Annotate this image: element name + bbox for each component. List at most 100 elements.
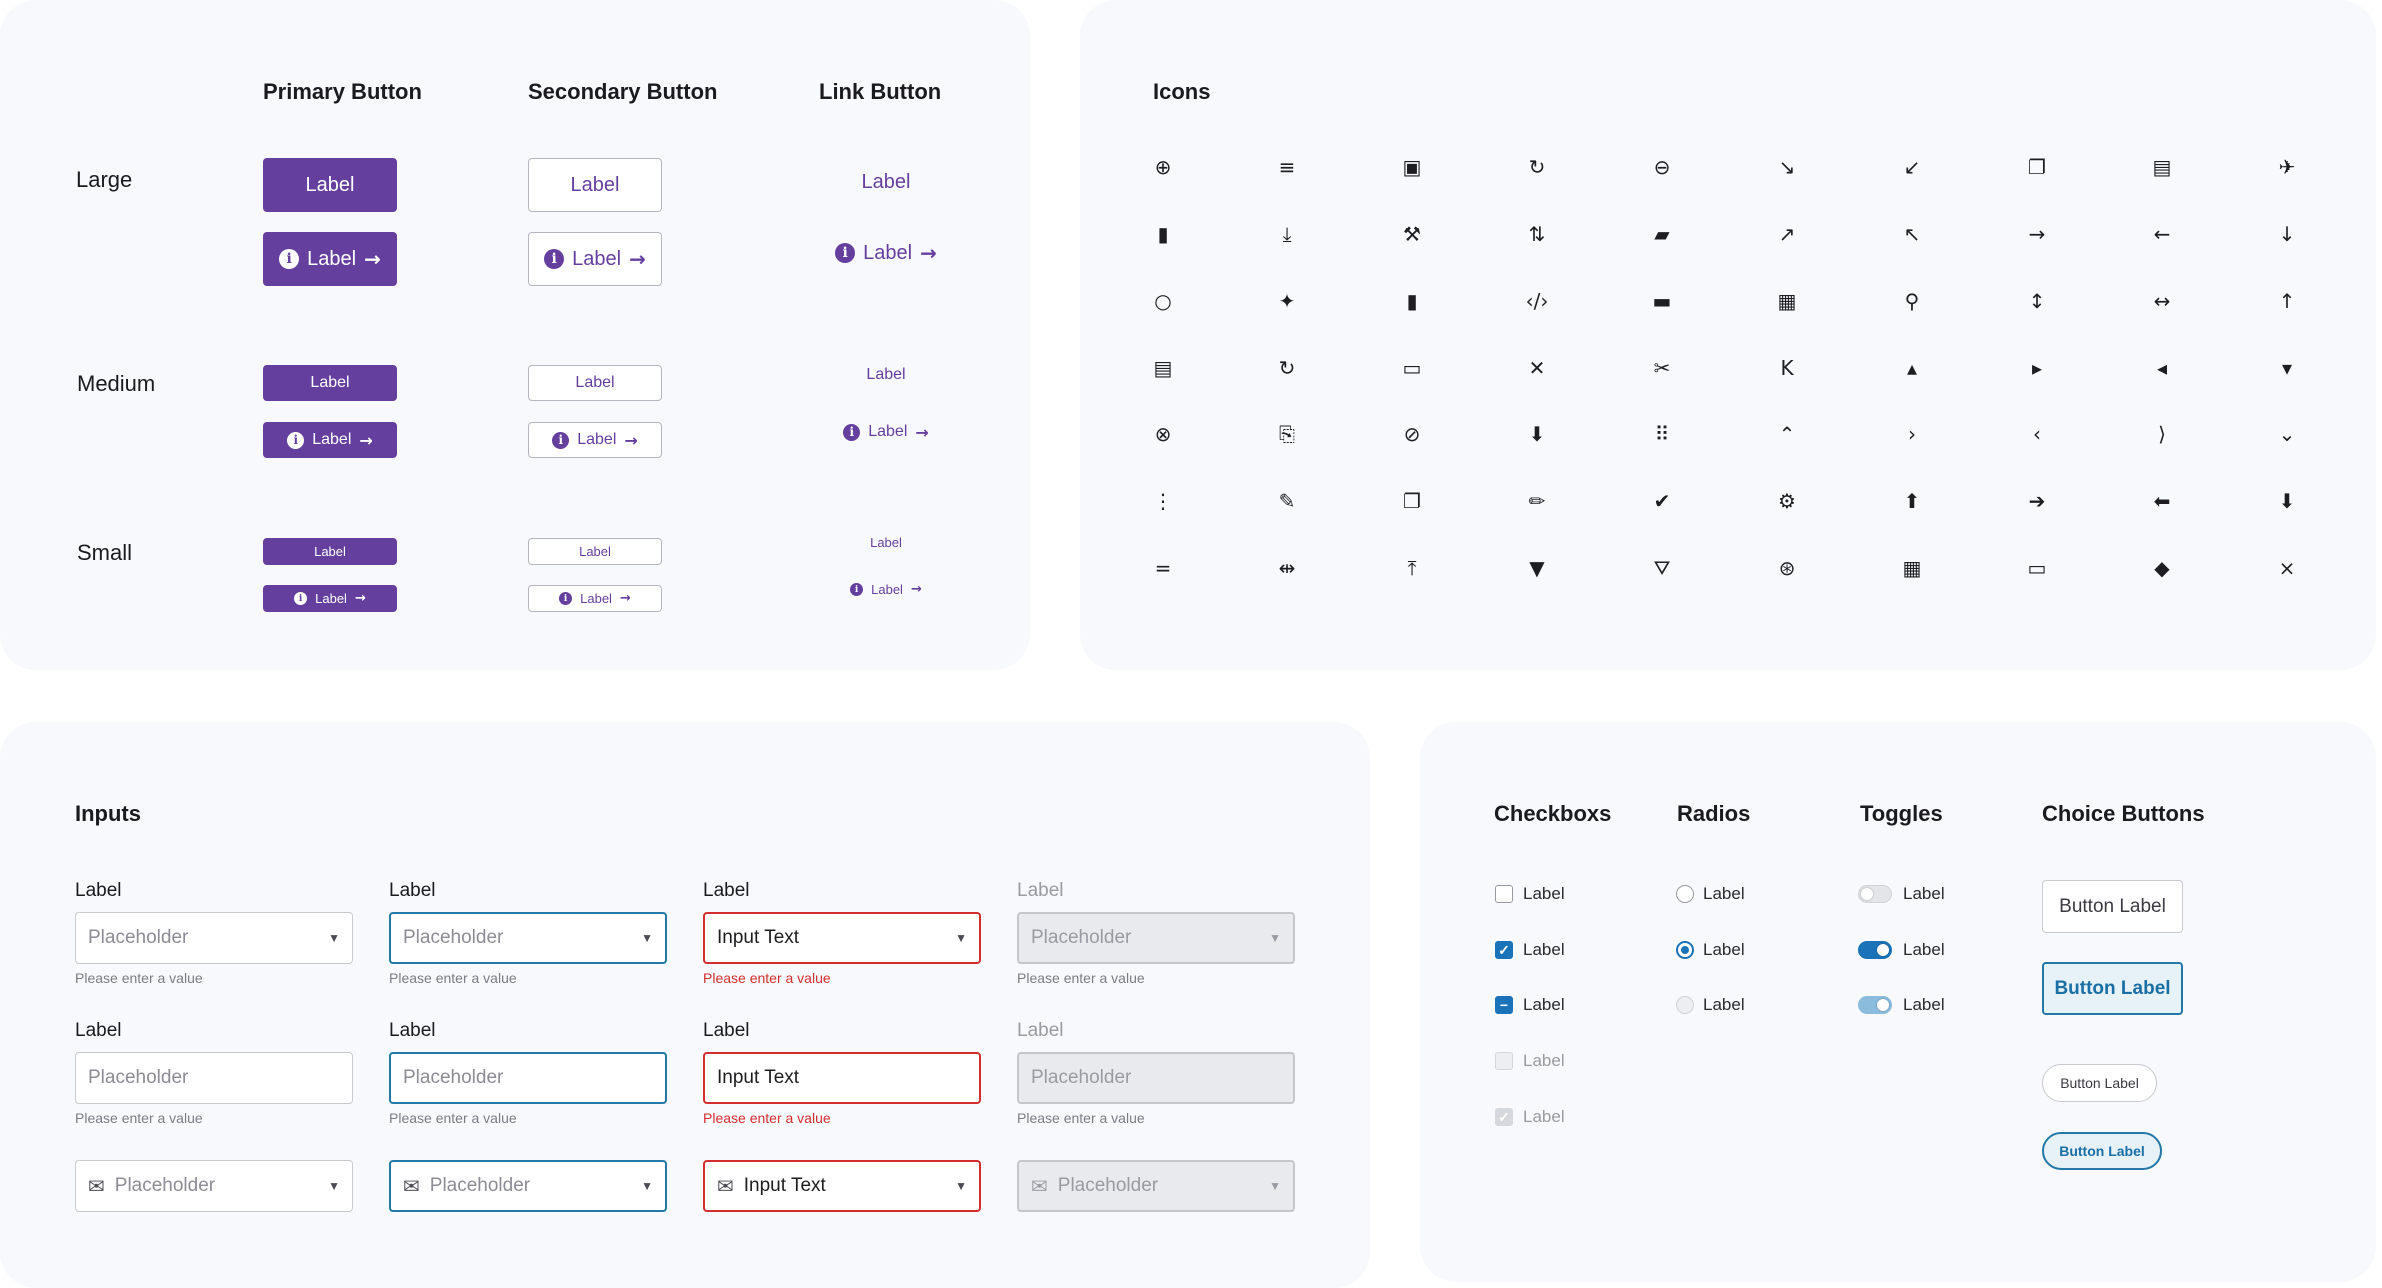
button-label: Label	[871, 582, 903, 597]
field-label: Label	[1017, 880, 1064, 901]
button-label: Label	[868, 423, 908, 440]
field-label: Label	[703, 1020, 750, 1041]
secondary-icon-button-medium[interactable]: i Label →	[528, 422, 662, 458]
choices-panel: Checkboxs Radios Toggles Choice Buttons …	[1420, 722, 2376, 1282]
block-icon: ⊘	[1403, 422, 1421, 446]
choice-button-large[interactable]: Button Label	[2042, 880, 2183, 933]
caret-down-icon: ▼	[641, 931, 653, 945]
link-button-large[interactable]: Label	[819, 155, 953, 209]
caret-down-icon: ▼	[328, 1179, 340, 1193]
clipboard-icon: ▮	[1406, 289, 1418, 313]
credit-card-icon: ▭	[1402, 356, 1422, 380]
equals-icon: =	[1154, 556, 1172, 580]
remove-circle-icon: ⊖	[1653, 155, 1671, 179]
caret-down-icon: ▼	[328, 931, 340, 945]
chevron-right-icon: ›	[1908, 422, 1916, 446]
checkbox-indeterminate[interactable]: −	[1495, 996, 1513, 1014]
swap-icon: ⇹	[1278, 556, 1296, 580]
link-button-small[interactable]: Label	[819, 529, 953, 556]
button-label: Label	[870, 535, 902, 550]
link-icon-button-small[interactable]: i Label →	[819, 576, 953, 603]
radio-selected[interactable]	[1676, 941, 1694, 959]
field-label: Label	[75, 880, 122, 901]
placeholder-text: Placeholder	[114, 1175, 216, 1196]
document-icon: ⎘	[1279, 422, 1295, 446]
radio-disabled	[1676, 996, 1694, 1014]
check-circle-icon: ↻	[1278, 356, 1296, 380]
caret-down-icon: ▼	[955, 1179, 967, 1193]
pen-nib-icon: ◆	[2154, 556, 2170, 580]
pin-user-icon: ⚲	[1904, 289, 1920, 313]
text-input-error[interactable]: Input Text	[703, 1052, 981, 1104]
header-link-button: Link Button	[819, 79, 942, 104]
help-text: Please enter a value	[389, 970, 517, 986]
refresh-alt-icon: ↻	[1528, 155, 1546, 179]
choice-button-large-selected[interactable]: Button Label	[2042, 962, 2183, 1015]
toggle-label: Label	[1903, 884, 1945, 903]
link-button-medium[interactable]: Label	[819, 357, 953, 393]
choice-button-small[interactable]: Button Label	[2042, 1064, 2157, 1102]
radio-unselected[interactable]	[1676, 885, 1694, 903]
buttons-panel: Primary Button Secondary Button Link But…	[0, 0, 1030, 670]
placeholder-text: Placeholder	[403, 1067, 504, 1088]
info-icon: i	[843, 423, 861, 441]
arrow-up-left-icon: ↖	[1903, 222, 1921, 246]
secondary-button-small[interactable]: Label	[528, 538, 662, 565]
secondary-button-large[interactable]: Label	[528, 158, 662, 212]
sparkle-icon: ✦	[1278, 289, 1296, 313]
header-checkboxes: Checkboxs	[1494, 801, 1612, 826]
choice-button-label: Button Label	[2054, 977, 2171, 999]
choice-button-small-selected[interactable]: Button Label	[2042, 1132, 2162, 1170]
size-label-small: Small	[77, 540, 133, 565]
scissors-icon: ✂	[1653, 356, 1671, 380]
arrow-right-icon: →	[359, 430, 373, 450]
icon-dropdown-error[interactable]: ✉ Input Text ▼	[703, 1160, 981, 1212]
toggle-on[interactable]	[1858, 941, 1892, 959]
field-label: Label	[1017, 1020, 1064, 1041]
dashboard-icon: ⊛	[1778, 556, 1796, 580]
mail-icon: ✉	[88, 1175, 105, 1198]
icon-dropdown-focused[interactable]: ✉ Placeholder ▼	[389, 1160, 667, 1212]
placeholder-text: Placeholder	[1031, 1067, 1132, 1088]
button-label: Label	[315, 591, 347, 606]
primary-button-small[interactable]: Label	[263, 538, 397, 565]
collapse-right-icon: ⟩	[2158, 422, 2166, 446]
text-input-default[interactable]: Placeholder	[75, 1052, 353, 1104]
help-text: Please enter a value	[1017, 1110, 1145, 1126]
dropdown-error[interactable]: Input Text ▼	[703, 912, 981, 964]
link-icon-button-medium[interactable]: i Label →	[819, 414, 953, 450]
arrow-right-icon: →	[915, 422, 929, 442]
button-label: Label	[312, 431, 352, 448]
caret-right-icon: ▸	[2031, 356, 2043, 380]
toggle-off[interactable]	[1858, 885, 1892, 903]
button-label: Label	[580, 591, 612, 606]
dropdown-default[interactable]: Placeholder ▼	[75, 912, 353, 964]
checkbox-unchecked[interactable]	[1495, 885, 1513, 903]
secondary-icon-button-large[interactable]: i Label →	[528, 232, 662, 286]
link-icon-button-large[interactable]: i Label →	[819, 226, 953, 280]
chevron-left-icon: ‹	[2033, 422, 2041, 446]
field-label: Label	[75, 1020, 122, 1041]
radio-label: Label	[1703, 995, 1745, 1014]
arrow-up-icon: ↑	[2278, 289, 2296, 313]
primary-button-large[interactable]: Label	[263, 158, 397, 212]
placeholder-text: Placeholder	[429, 1175, 531, 1196]
checkbox-checked[interactable]: ✓	[1495, 941, 1513, 959]
primary-button-medium[interactable]: Label	[263, 365, 397, 401]
checkbox-label: Label	[1523, 1051, 1565, 1070]
checkbox-label: Label	[1523, 995, 1565, 1014]
secondary-icon-button-small[interactable]: i Label →	[528, 585, 662, 612]
caret-up-icon: ▴	[1906, 356, 1918, 380]
icons-title: Icons	[1153, 79, 1211, 104]
text-input-focused[interactable]: Placeholder	[389, 1052, 667, 1104]
arrow-down-left-icon: ↙	[1903, 155, 1921, 179]
dropdown-focused[interactable]: Placeholder ▼	[389, 912, 667, 964]
icon-dropdown-default[interactable]: ✉ Placeholder ▼	[75, 1160, 353, 1212]
button-label: Label	[570, 173, 620, 196]
secondary-button-medium[interactable]: Label	[528, 365, 662, 401]
caret-down-icon: ▼	[1269, 931, 1281, 945]
primary-icon-button-large[interactable]: i Label →	[263, 232, 397, 286]
caret-left-icon: ◂	[2156, 356, 2168, 380]
primary-icon-button-medium[interactable]: i Label →	[263, 422, 397, 458]
primary-icon-button-small[interactable]: i Label →	[263, 585, 397, 612]
